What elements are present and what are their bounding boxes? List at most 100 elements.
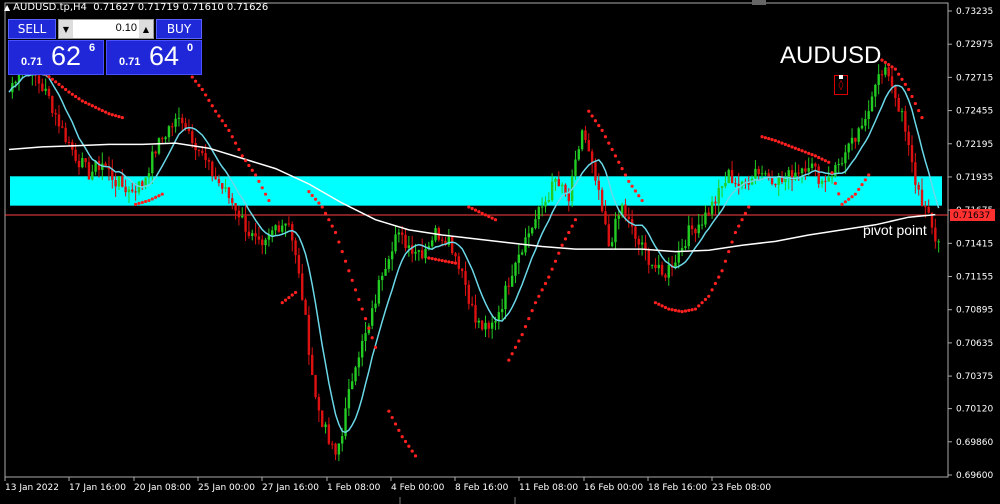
sar-point: [240, 154, 244, 158]
candle-body: [510, 275, 514, 287]
sar-point: [80, 99, 84, 103]
candle-body: [171, 126, 174, 128]
lot-decrease-icon[interactable]: ▼: [59, 20, 73, 38]
sell-button[interactable]: SELL: [8, 19, 56, 39]
sar-point: [263, 192, 268, 196]
candle-body: [450, 236, 454, 254]
sar-point: [683, 309, 688, 313]
sar-point: [593, 119, 598, 123]
one-click-trading-panel: SELL ▼ 0.10 ▲ BUY 0.71 62 6 0.71 64 0: [8, 19, 202, 75]
candle-body: [294, 240, 297, 256]
sar-point: [917, 108, 921, 113]
sar-point: [70, 92, 74, 96]
candle-body: [600, 189, 604, 212]
candle-body: [430, 240, 434, 247]
sar-point: [910, 94, 914, 99]
symbol-timeframe: AUDUSD.tp,H4: [13, 2, 87, 13]
sar-point: [920, 115, 924, 120]
buy-price-box[interactable]: 0.71 64 0: [106, 40, 202, 75]
collapse-triangle-icon[interactable]: ▲: [4, 3, 10, 12]
candle-body: [927, 206, 930, 213]
candle-body: [417, 250, 421, 252]
bottom-bar: [0, 497, 1000, 504]
sar-point: [430, 257, 434, 261]
lot-size-value[interactable]: 0.10: [75, 22, 137, 34]
buy-button[interactable]: BUY: [156, 19, 202, 39]
candle-body: [357, 357, 361, 368]
candle-body: [477, 320, 481, 323]
candle-body: [704, 212, 707, 225]
candle-body: [291, 224, 294, 241]
candle-body: [724, 183, 727, 187]
candle-body: [347, 389, 351, 409]
sell-price-prefix: 0.71: [21, 56, 43, 68]
candle-body: [484, 322, 487, 330]
candle-body: [847, 143, 850, 153]
alert-icon[interactable]: ◊: [834, 75, 848, 95]
x-tick-label: 4 Feb 00:00: [391, 483, 445, 493]
sar-point: [490, 216, 494, 220]
sar-point: [830, 171, 834, 175]
sar-point: [390, 415, 394, 420]
candle-body: [480, 320, 484, 330]
sar-point: [857, 187, 861, 191]
candle-body: [894, 86, 897, 98]
candle-body: [614, 218, 617, 243]
sar-point: [843, 200, 847, 204]
sar-point: [317, 201, 321, 205]
sar-point: [64, 87, 68, 92]
sar-point: [813, 154, 817, 158]
candle-body: [860, 125, 864, 129]
y-tick-label: 0.72455: [956, 107, 993, 117]
sar-point: [610, 147, 614, 152]
sar-point: [627, 179, 631, 184]
candle-body: [557, 178, 561, 187]
sar-point: [700, 301, 704, 305]
candle-body: [67, 141, 71, 143]
candle-body: [440, 239, 444, 241]
sar-point: [313, 197, 318, 201]
sar-point: [770, 138, 774, 142]
candle-body: [714, 201, 717, 204]
sar-point: [453, 261, 458, 265]
sell-price-box[interactable]: 0.71 62 6: [8, 40, 104, 75]
sar-point: [680, 310, 684, 314]
candle-body: [204, 153, 207, 161]
candle-body: [197, 150, 201, 152]
candle-body: [217, 179, 221, 184]
sar-point: [307, 190, 311, 194]
candle-body: [720, 186, 724, 188]
candle-body: [54, 112, 57, 115]
candle-body: [647, 249, 650, 265]
candle-body: [371, 308, 374, 326]
lot-increase-icon[interactable]: ▲: [139, 20, 153, 38]
y-tick-label: 0.71935: [956, 173, 993, 183]
sar-point: [117, 115, 121, 119]
candle-body: [337, 443, 341, 455]
sar-point: [827, 160, 831, 164]
candle-body: [707, 212, 710, 215]
candle-body: [307, 314, 311, 355]
lot-size-field[interactable]: ▼ 0.10 ▲: [58, 19, 154, 39]
sar-point: [290, 293, 294, 297]
sar-point: [587, 109, 591, 113]
sar-point: [323, 211, 328, 215]
candle-body: [404, 234, 407, 249]
candle-body: [254, 233, 257, 237]
candle-body: [814, 163, 817, 167]
candle-body: [520, 252, 524, 255]
sar-point: [227, 128, 231, 132]
candle-body: [74, 149, 77, 161]
sar-point: [660, 304, 664, 308]
sar-point: [703, 297, 708, 302]
candle-body: [247, 231, 251, 236]
sar-point: [410, 449, 414, 453]
sar-point: [553, 259, 558, 263]
window-close-icon[interactable]: [752, 0, 766, 5]
candle-body: [730, 169, 734, 184]
candle-body: [617, 215, 620, 219]
sar-point: [520, 332, 524, 337]
sar-point: [630, 184, 634, 188]
sar-point: [433, 257, 438, 261]
sar-point: [543, 281, 548, 286]
